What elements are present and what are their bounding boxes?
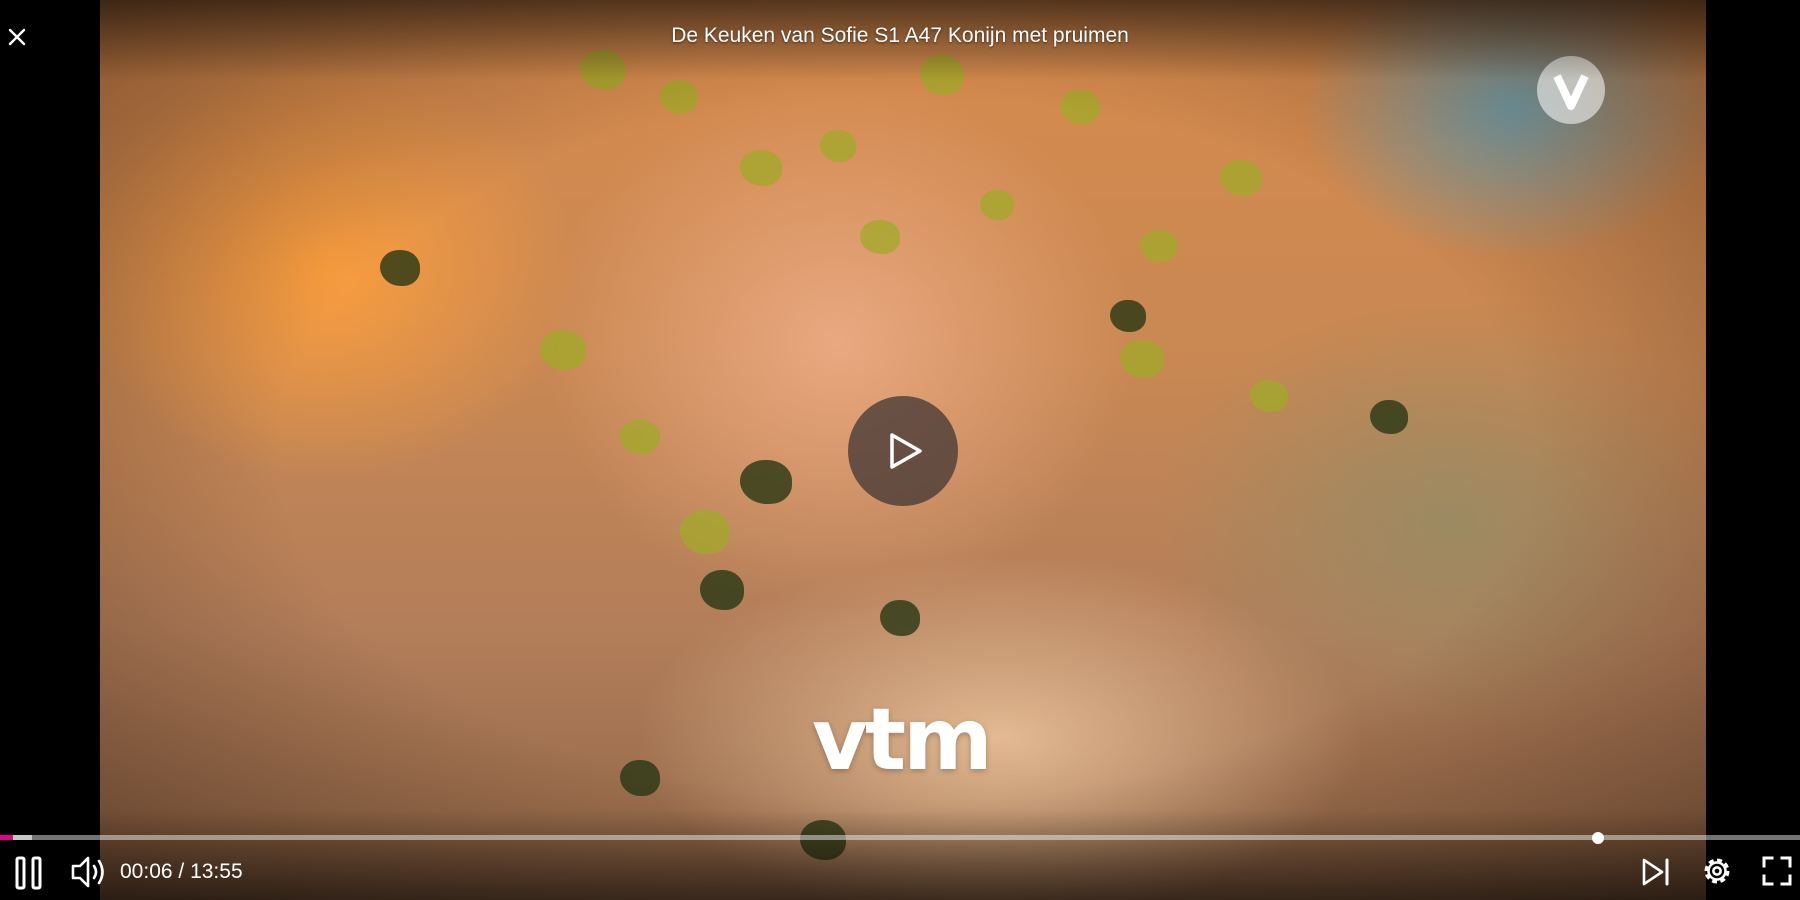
progress-bar[interactable] [0,835,1800,840]
next-episode-button[interactable] [1640,856,1672,888]
volume-button[interactable] [70,854,110,890]
fullscreen-icon [1762,856,1792,886]
current-time: 00:06 [120,860,173,883]
gear-icon [1704,858,1730,884]
fullscreen-button[interactable] [1762,856,1792,886]
vtm-logo: vtm [812,690,993,790]
skip-next-icon [1642,858,1669,886]
play-icon [890,433,922,469]
pause-button[interactable] [14,856,44,890]
scrub-handle[interactable] [1592,832,1604,844]
control-bar [0,810,1800,900]
duration: 13:55 [190,860,243,883]
pause-icon [15,856,42,890]
center-play-button[interactable] [848,396,958,506]
video-title: De Keuken van Sofie S1 A47 Konijn met pr… [671,24,1129,47]
progress-played [0,835,13,840]
volume-icon [71,856,104,888]
settings-button[interactable] [1700,854,1734,888]
time-separator: / [172,860,191,883]
video-player[interactable]: De Keuken van Sofie S1 A47 Konijn met pr… [0,0,1800,900]
time-display: 00:06 / 13:55 [120,860,243,884]
